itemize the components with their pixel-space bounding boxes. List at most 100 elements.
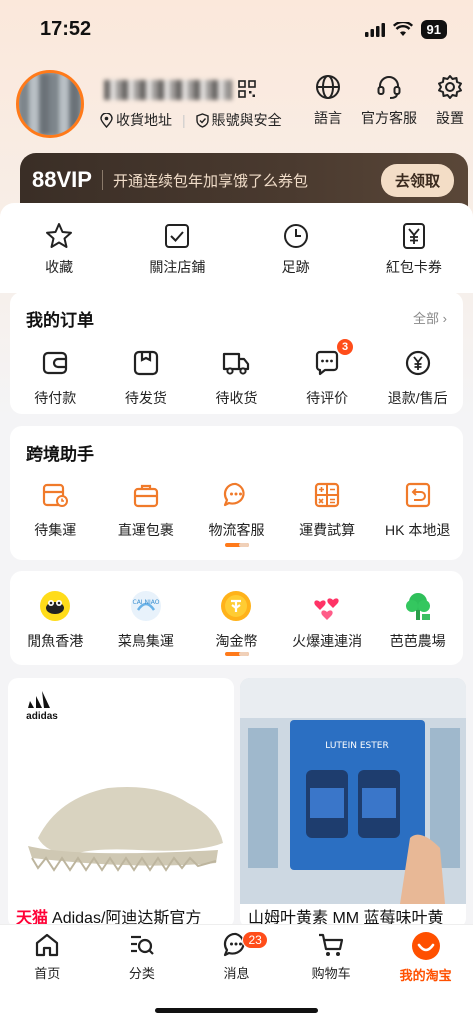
vip-logo: 88VIP bbox=[32, 167, 92, 192]
vip-divider bbox=[101, 170, 103, 190]
signal-icon bbox=[364, 22, 385, 37]
followed-shops-label: 關注店鋪 bbox=[149, 259, 206, 275]
crossborder-title: 跨境助手 bbox=[26, 445, 94, 464]
crossborder-logistics-service[interactable]: 物流客服 bbox=[192, 478, 280, 540]
cart-icon bbox=[319, 933, 344, 956]
wifi-icon bbox=[392, 22, 413, 36]
category-search-icon bbox=[130, 935, 154, 955]
status-time: 17:52 bbox=[40, 18, 92, 40]
carousel-indicator bbox=[224, 543, 249, 547]
wallet-icon bbox=[43, 351, 68, 375]
chat-icon bbox=[224, 482, 246, 507]
battery-indicator: 91 bbox=[420, 20, 447, 39]
vip-promo-text: 开通连续包年加享饿了么券包 bbox=[112, 172, 308, 190]
crossborder-direct-parcel[interactable]: 直運包裹 bbox=[102, 478, 190, 540]
coupons-label: 紅包卡券 bbox=[385, 259, 442, 275]
services-carousel-indicator bbox=[224, 652, 249, 656]
customer-service-button[interactable]: 官方客服 bbox=[361, 74, 417, 128]
crossborder-shipping-calc[interactable]: 運費試算 bbox=[283, 478, 371, 540]
profile-links: 收貨地址 | 賬號與安全 bbox=[100, 110, 282, 130]
vip-claim-button[interactable]: 去领取 bbox=[380, 163, 454, 197]
quick-access-card: 收藏 關注店鋪 足跡 紅包卡券 bbox=[0, 203, 473, 293]
order-to-review-label: 待评价 bbox=[306, 390, 349, 406]
service-cainiao[interactable]: CAI NIAO 菜鳥集運 bbox=[102, 589, 190, 651]
history-label: 足跡 bbox=[281, 259, 310, 275]
tab-messages[interactable]: 23 消息 bbox=[196, 931, 276, 984]
service-xianyu-label: 閒魚香港 bbox=[27, 633, 84, 649]
tab-home-label: 首页 bbox=[34, 966, 61, 981]
package-icon bbox=[133, 350, 158, 376]
tree-icon bbox=[405, 593, 430, 620]
order-to-ship[interactable]: 待发货 bbox=[102, 346, 190, 408]
tab-home[interactable]: 首页 bbox=[7, 931, 87, 984]
home-indicator bbox=[155, 1008, 318, 1013]
service-farm[interactable]: 芭芭農場 bbox=[374, 589, 462, 651]
crossborder-awaiting-consolidation[interactable]: 待集運 bbox=[11, 478, 99, 540]
taobao-face-icon bbox=[411, 932, 440, 960]
history-button[interactable]: 足跡 bbox=[241, 221, 351, 277]
home-icon bbox=[36, 933, 59, 957]
language-label: 語言 bbox=[314, 110, 342, 126]
customer-service-label: 官方客服 bbox=[361, 110, 417, 126]
tab-cart[interactable]: 购物车 bbox=[291, 931, 371, 984]
lutein-product-image: LUTEIN ESTER bbox=[240, 678, 466, 904]
comment-icon bbox=[315, 350, 339, 376]
followed-shop-icon bbox=[165, 224, 190, 248]
services-card: 閒魚香港 CAI NIAO 菜鳥集運 淘金幣 火爆連連消 芭芭農場 bbox=[10, 571, 463, 665]
tab-messages-label: 消息 bbox=[223, 966, 250, 981]
tab-my-taobao[interactable]: 我的淘宝 bbox=[386, 931, 466, 984]
top-actions: 語言 官方客服 設置 bbox=[313, 74, 465, 128]
divider: | bbox=[182, 112, 186, 128]
review-count-badge: 3 bbox=[336, 338, 355, 356]
cainiao-icon: CAI NIAO bbox=[130, 591, 161, 621]
star-icon bbox=[46, 223, 73, 248]
crossborder-calc-label: 運費試算 bbox=[299, 522, 356, 538]
coin-icon bbox=[221, 591, 252, 621]
calculator-icon bbox=[314, 482, 340, 508]
username-redacted[interactable] bbox=[104, 80, 232, 100]
order-pending-payment-label: 待付款 bbox=[34, 390, 77, 406]
order-refund[interactable]: 退款/售后 bbox=[374, 346, 462, 408]
avatar[interactable] bbox=[16, 70, 84, 138]
globe-icon bbox=[316, 75, 340, 99]
hearts-icon bbox=[314, 598, 339, 620]
orders-view-all[interactable]: 全部 › bbox=[413, 308, 447, 327]
crossborder-direct-label: 直運包裹 bbox=[117, 522, 174, 538]
adidas-logo: adidas bbox=[26, 691, 58, 722]
security-link[interactable]: 賬號與安全 bbox=[195, 110, 282, 130]
product-card-lutein[interactable]: LUTEIN ESTER 山姆叶黄素 MM 蓝莓味叶黄 bbox=[240, 678, 466, 928]
clock-icon bbox=[283, 224, 308, 248]
cainiao-logo-text: CAI NIAO bbox=[132, 599, 159, 606]
settings-label: 設置 bbox=[436, 110, 464, 126]
tab-cart-label: 购物车 bbox=[311, 966, 351, 981]
service-match-game[interactable]: 火爆連連消 bbox=[283, 589, 371, 651]
order-refund-label: 退款/售后 bbox=[387, 390, 448, 406]
address-link[interactable]: 收貨地址 bbox=[100, 110, 172, 130]
location-pin-icon bbox=[100, 112, 113, 128]
crossborder-awaiting-label: 待集運 bbox=[34, 522, 77, 538]
followed-shops-button[interactable]: 關注店鋪 bbox=[122, 221, 232, 277]
crossborder-card: 跨境助手 待集運 直運包裹 物流客服 運費試算 HK 本地退 bbox=[10, 426, 463, 560]
service-coins[interactable]: 淘金幣 bbox=[192, 589, 280, 651]
settings-button[interactable]: 設置 bbox=[435, 74, 465, 128]
truck-icon bbox=[223, 352, 250, 375]
refund-icon bbox=[405, 350, 430, 376]
qr-code-icon[interactable] bbox=[238, 80, 256, 98]
crossborder-logistics-label: 物流客服 bbox=[208, 522, 265, 538]
order-to-receive[interactable]: 待收货 bbox=[192, 346, 280, 408]
favorites-button[interactable]: 收藏 bbox=[4, 221, 114, 277]
order-to-ship-label: 待发货 bbox=[124, 390, 167, 406]
order-to-review[interactable]: 3 待评价 bbox=[283, 338, 371, 408]
service-cainiao-label: 菜鳥集運 bbox=[117, 633, 174, 649]
product-card-adidas[interactable]: adidas 天猫 Adidas/阿迪达斯官方 bbox=[8, 678, 234, 928]
tab-category[interactable]: 分类 bbox=[102, 931, 182, 984]
bag-icon bbox=[133, 484, 158, 508]
crossborder-hk-return[interactable]: HK 本地退 bbox=[374, 478, 462, 540]
order-pending-payment[interactable]: 待付款 bbox=[11, 346, 99, 408]
service-xianyu[interactable]: 閒魚香港 bbox=[11, 589, 99, 651]
messages-badge: 23 bbox=[242, 931, 268, 949]
crossborder-return-label: HK 本地退 bbox=[385, 522, 451, 538]
vip-banner[interactable]: 88VIP 开通连续包年加享饿了么券包 去领取 bbox=[20, 153, 468, 207]
coupons-button[interactable]: 紅包卡券 bbox=[359, 221, 469, 277]
language-button[interactable]: 語言 bbox=[313, 74, 343, 128]
